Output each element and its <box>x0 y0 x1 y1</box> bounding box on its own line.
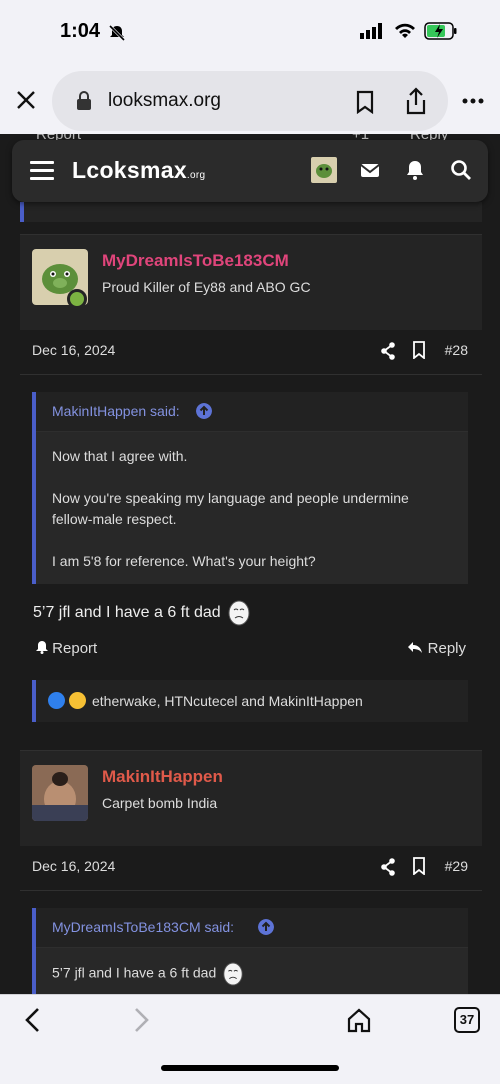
status-bar: 1:04 <box>0 0 500 68</box>
quote-body: Now that I agree with. Now you're speaki… <box>36 432 468 584</box>
wojak-emoji-icon <box>228 600 250 626</box>
quote-body: 5’7 jfl and I have a 6 ft dad <box>36 948 468 994</box>
signal-icon <box>360 23 382 39</box>
post-date[interactable]: Dec 16, 2024 <box>32 342 115 358</box>
quote-line: 5’7 jfl and I have a 6 ft dad <box>52 962 452 986</box>
page-content: Report +1 Reply Lcoksmax.org MyDreamIsTo… <box>0 134 500 994</box>
quote-header: MakinItHappen said: <box>36 392 468 432</box>
post-29-meta: Dec 16, 2024 #29 <box>20 846 482 890</box>
bell-icon[interactable] <box>404 159 426 181</box>
post-28-meta: Dec 16, 2024 #28 <box>20 330 482 374</box>
post-29-user-card: MakinItHappen Carpet bomb India <box>20 750 482 846</box>
url-text[interactable]: looksmax.org <box>108 90 221 112</box>
post-author-name[interactable]: MyDreamIsToBe183CM <box>102 251 289 271</box>
share-post-icon[interactable] <box>380 858 396 876</box>
site-navbar: Lcoksmax.org <box>12 140 488 202</box>
quote-line: Now that I agree with. <box>52 448 188 464</box>
nav-user-avatar[interactable] <box>311 157 337 183</box>
report-label: Report <box>52 640 98 657</box>
forward-icon[interactable] <box>130 1007 152 1033</box>
reply-label: Reply <box>427 640 466 657</box>
post-author-title: Carpet bomb India <box>102 795 218 811</box>
post-28-user-card: MyDreamIsToBe183CM Proud Killer of Ey88 … <box>20 234 482 330</box>
jump-to-quote-icon[interactable] <box>196 403 212 419</box>
reactions-list[interactable]: etherwake, HTNcutecel and MakinItHappen <box>92 693 363 709</box>
quote-line: Now you're speaking my language and peop… <box>52 490 409 527</box>
post-number[interactable]: #28 <box>445 342 468 358</box>
battery-charging-icon <box>424 22 457 40</box>
wifi-icon <box>395 23 415 38</box>
reply-icon <box>408 642 423 653</box>
home-indicator <box>161 1065 339 1071</box>
post-28-quote: MakinItHappen said: Now that I agree wit… <box>32 392 468 584</box>
quote-author[interactable]: MakinItHappen said: <box>52 403 180 419</box>
silent-bell-icon <box>108 24 126 42</box>
post-author-name[interactable]: MakinItHappen <box>102 767 223 787</box>
share-post-icon[interactable] <box>380 342 396 360</box>
quote-author[interactable]: MyDreamIsToBe183CM said: <box>52 919 234 935</box>
bookmark-icon[interactable] <box>355 90 375 114</box>
menu-icon[interactable] <box>30 161 54 181</box>
cry-laugh-reaction-icon <box>69 692 86 709</box>
mail-icon[interactable] <box>359 159 381 181</box>
post-29-quote: MyDreamIsToBe183CM said: 5’7 jfl and I h… <box>32 908 468 994</box>
user-avatar[interactable] <box>32 765 88 821</box>
reply-button[interactable]: Reply <box>407 640 466 657</box>
back-icon[interactable] <box>22 1007 44 1033</box>
browser-toolbar: 37 <box>0 994 500 1084</box>
home-icon[interactable] <box>346 1007 372 1033</box>
wojak-emoji-icon <box>223 962 243 986</box>
status-indicators <box>360 22 458 40</box>
previous-post-tail <box>20 202 482 222</box>
jump-to-quote-icon[interactable] <box>258 919 274 935</box>
status-time: 1:04 <box>60 20 101 42</box>
post-date[interactable]: Dec 16, 2024 <box>32 858 115 874</box>
more-icon[interactable] <box>462 98 484 104</box>
quote-header: MyDreamIsToBe183CM said: <box>36 908 468 948</box>
quote-line: I am 5'8 for reference. What's your heig… <box>52 553 316 569</box>
lock-icon <box>77 91 91 110</box>
bookmark-post-icon[interactable] <box>412 857 426 875</box>
divider <box>20 374 482 375</box>
site-logo[interactable]: Lcoksmax.org <box>72 157 205 184</box>
post-28-actions: Report Reply <box>20 630 482 670</box>
reactions-bar[interactable]: etherwake, HTNcutecel and MakinItHappen <box>32 680 468 722</box>
share-icon[interactable] <box>404 86 428 116</box>
post-body-text: 5’7 jfl and I have a 6 ft dad <box>33 604 221 622</box>
online-status-icon <box>67 289 87 309</box>
like-reaction-icon <box>48 692 65 709</box>
tab-count-button[interactable]: 37 <box>454 1007 480 1033</box>
close-icon[interactable] <box>14 88 38 112</box>
report-button[interactable]: Report <box>36 640 97 657</box>
bell-report-icon <box>36 641 48 654</box>
search-icon[interactable] <box>450 159 472 181</box>
divider <box>20 890 482 891</box>
post-number[interactable]: #29 <box>445 858 468 874</box>
post-body: 5’7 jfl and I have a 6 ft dad <box>33 600 251 626</box>
bookmark-post-icon[interactable] <box>412 341 426 359</box>
post-author-title: Proud Killer of Ey88 and ABO GC <box>102 279 311 295</box>
